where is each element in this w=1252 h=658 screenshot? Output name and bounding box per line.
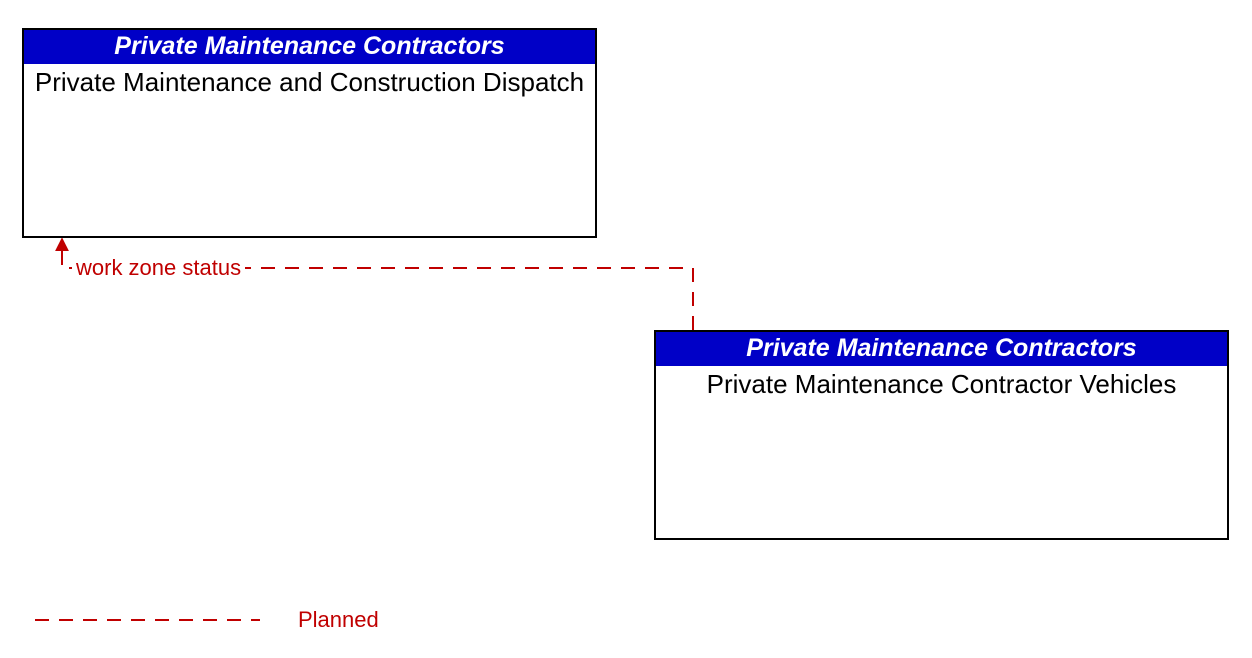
entity-box-dispatch: Private Maintenance Contractors Private … — [22, 28, 597, 238]
flow-label-work-zone-status: work zone status — [72, 255, 245, 281]
legend-label-planned: Planned — [298, 607, 379, 633]
entity-box-vehicles: Private Maintenance Contractors Private … — [654, 330, 1229, 540]
entity-body-dispatch: Private Maintenance and Construction Dis… — [24, 64, 595, 106]
flow-path-work-zone-status — [62, 240, 693, 330]
entity-header-vehicles: Private Maintenance Contractors — [656, 332, 1227, 366]
entity-body-vehicles: Private Maintenance Contractor Vehicles — [656, 366, 1227, 408]
entity-header-dispatch: Private Maintenance Contractors — [24, 30, 595, 64]
